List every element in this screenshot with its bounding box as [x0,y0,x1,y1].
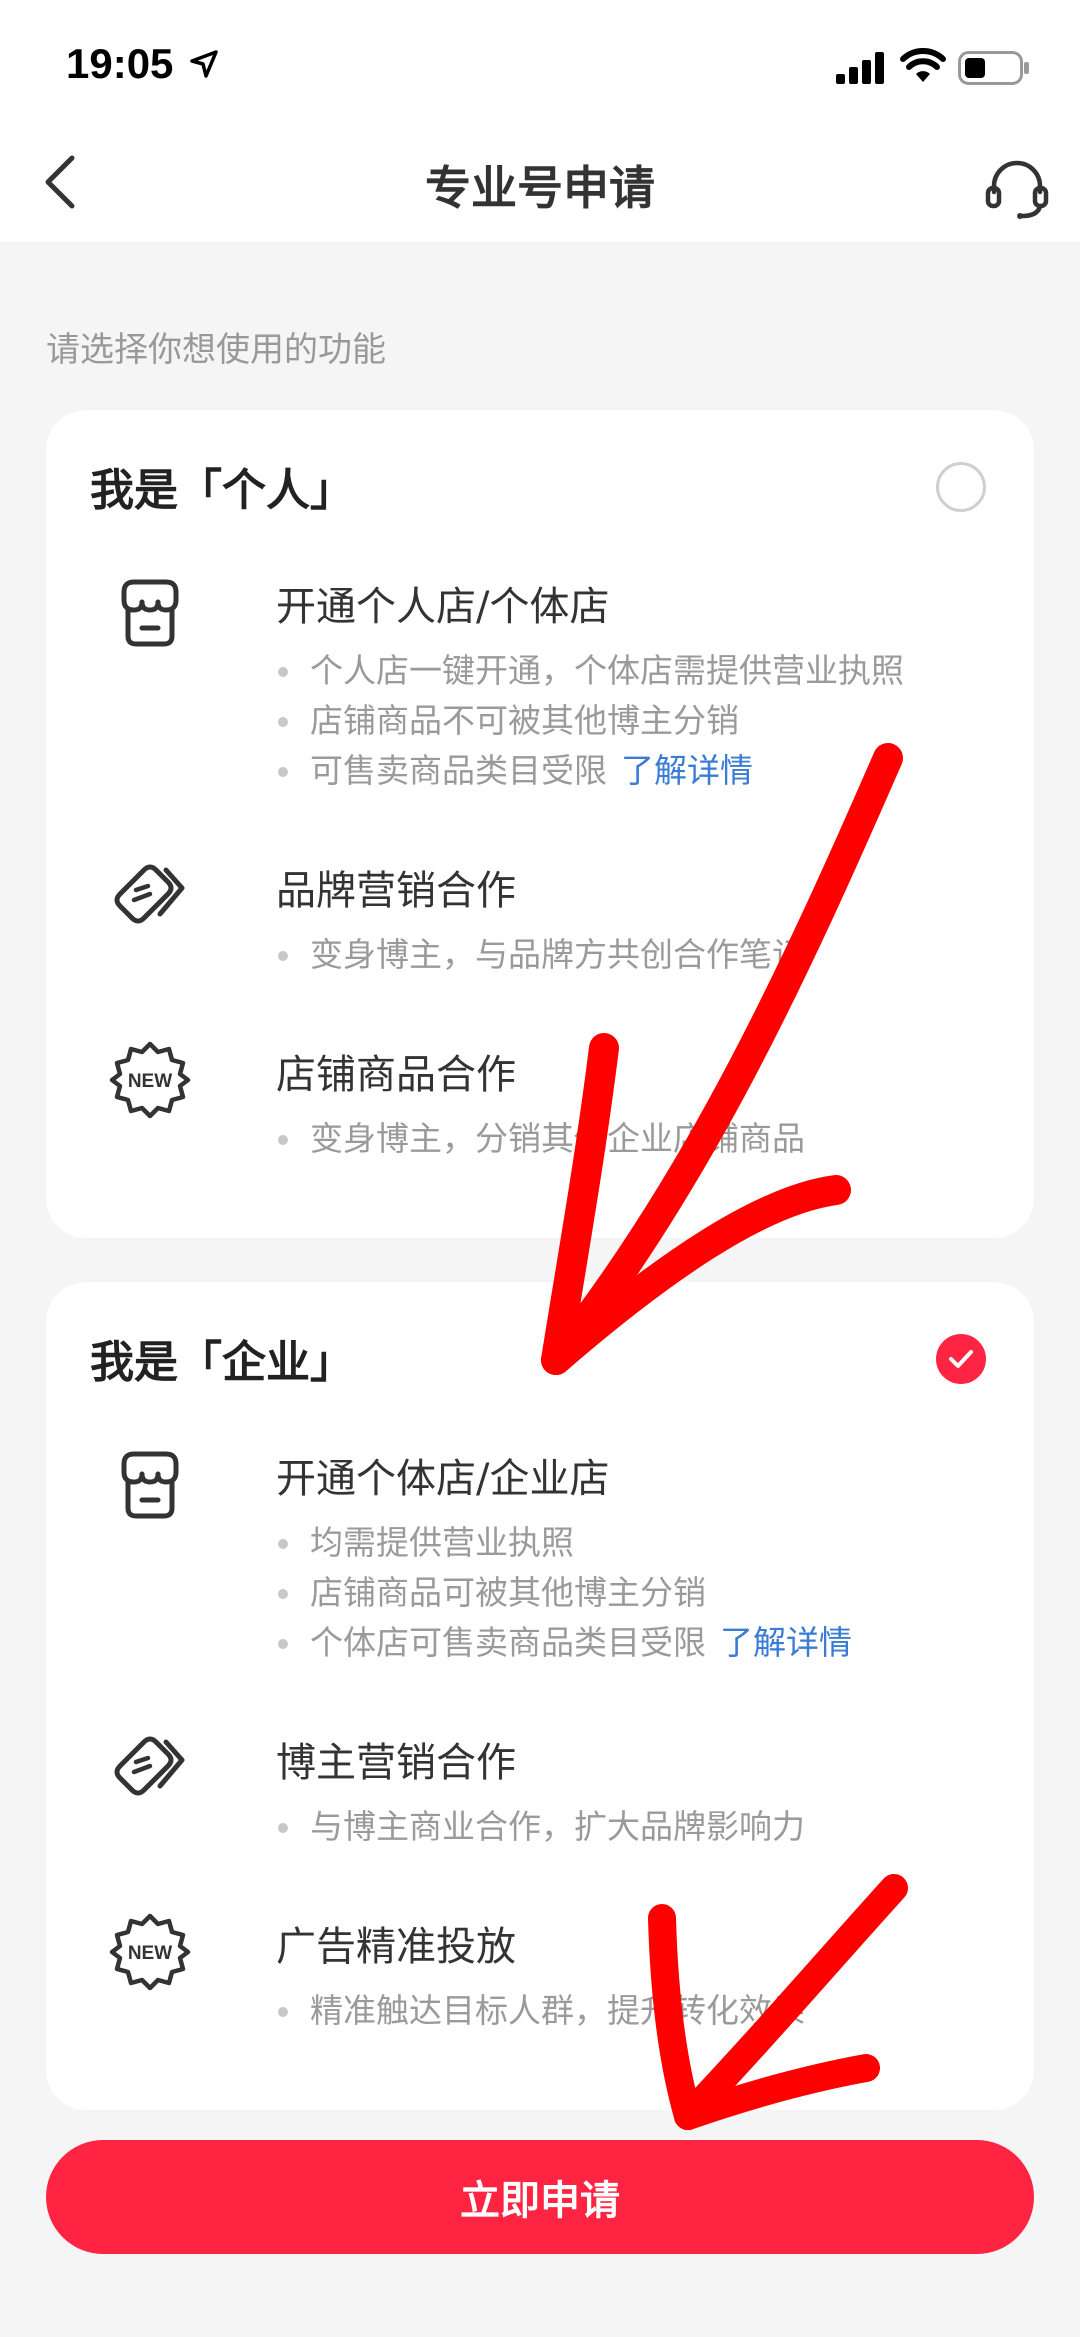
tag-icon [114,864,185,924]
checkmark-icon [949,1350,973,1368]
apply-now-button[interactable]: 立即申请 [46,2140,1034,2254]
feature-bullets: 个人店一键开通，个体店需提供营业执照 店铺商品不可被其他博主分销 可售卖商品类目… [276,646,904,796]
location-arrow-icon [190,50,218,78]
customer-service-headset-icon[interactable] [984,156,1050,222]
feature-bullets: 精准触达目标人群，提升转化效果 [276,1986,805,2036]
feature-bullets: 均需提供营业执照 店铺商品可被其他博主分销 个体店可售卖商品类目受限 了解详情 [276,1518,852,1668]
battery-icon [958,51,1029,85]
enterprise-radio-checked[interactable] [936,1334,986,1384]
feature-name: 开通个人店/个体店 [276,584,610,630]
svg-text:NEW: NEW [128,1071,172,1092]
feature-name: 品牌营销合作 [276,868,516,914]
bullet-item: 店铺商品不可被其他博主分销 [276,696,904,746]
feature-bullets: 变身博主，分销其他企业店铺商品 [276,1114,805,1164]
tag-icon [114,1736,185,1796]
learn-more-link[interactable]: 了解详情 [720,1623,852,1662]
bullet-text: 可售卖商品类目受限 [310,751,607,790]
shop-icon [121,1451,179,1519]
wifi-icon [900,48,946,82]
card-title: 我是「企业」 [90,1337,354,1388]
bullet-item: 变身博主，与品牌方共创合作笔记 [276,930,805,980]
personal-radio[interactable] [936,462,986,512]
new-badge-icon: NEW [109,1041,191,1119]
status-time: 19:05 [66,40,174,87]
bullet-item: 店铺商品可被其他博主分销 [276,1568,852,1618]
feature-name: 店铺商品合作 [276,1052,516,1098]
bullet-item: 精准触达目标人群，提升转化效果 [276,1986,805,2036]
bullet-item: 个人店一键开通，个体店需提供营业执照 [276,646,904,696]
learn-more-link[interactable]: 了解详情 [621,751,753,790]
card-title: 我是「个人」 [90,465,354,516]
bullet-item: 可售卖商品类目受限 了解详情 [276,746,904,796]
bullet-item: 变身博主，分销其他企业店铺商品 [276,1114,805,1164]
bullet-item: 个体店可售卖商品类目受限 了解详情 [276,1618,852,1668]
section-hint: 请选择你想使用的功能 [46,330,386,370]
status-bar: 19:05 [0,0,1080,120]
shop-icon [121,579,179,647]
enterprise-option-card[interactable]: 我是「企业」 开通个体店/企业店 均需提供营业执照 店铺商品可被其他博主分销 个… [46,1282,1034,2110]
nav-bar: 专业号申请 [0,120,1080,242]
feature-name: 开通个体店/企业店 [276,1456,610,1502]
feature-name: 广告精准投放 [276,1924,516,1970]
app-screen: 19:05 专业号申请 请选择你想使用的功能 我是「个人」 开通个人店/个体店 … [0,0,1080,2337]
bullet-text: 个体店可售卖商品类目受限 [310,1623,706,1662]
feature-bullets: 变身博主，与品牌方共创合作笔记 [276,930,805,980]
svg-text:NEW: NEW [128,1943,172,1964]
feature-name: 博主营销合作 [276,1740,516,1786]
feature-bullets: 与博主商业合作，扩大品牌影响力 [276,1802,805,1852]
bullet-item: 与博主商业合作，扩大品牌影响力 [276,1802,805,1852]
cellular-signal-icon [836,52,884,84]
bullet-item: 均需提供营业执照 [276,1518,852,1568]
personal-option-card[interactable]: 我是「个人」 开通个人店/个体店 个人店一键开通，个体店需提供营业执照 店铺商品… [46,410,1034,1238]
page-title: 专业号申请 [425,161,655,215]
new-badge-icon: NEW [109,1913,191,1991]
